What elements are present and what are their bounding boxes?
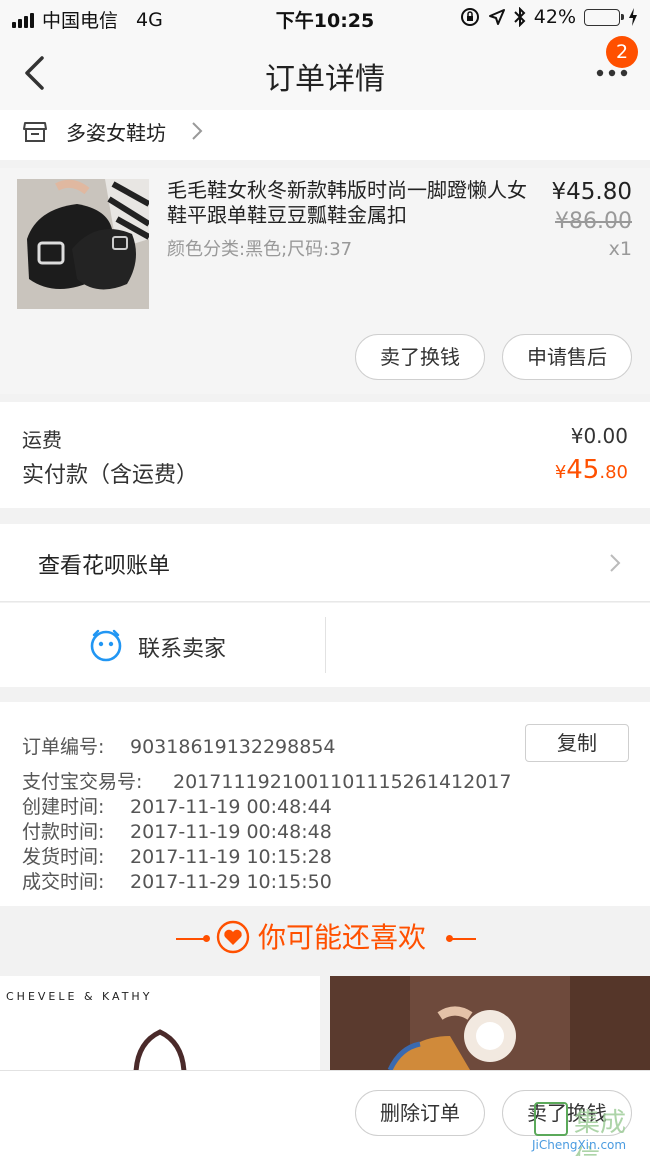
watermark-url: JiChengXin.com [532, 1138, 627, 1152]
charging-icon [629, 8, 637, 26]
brand-text: CHEVELE & KATHY [6, 990, 153, 1003]
created-time-row: 创建时间: 2017-11-19 00:48:44 [22, 796, 332, 818]
page-title: 订单详情 [265, 62, 385, 97]
paid-time-row: 付款时间: 2017-11-19 00:48:48 [22, 821, 332, 843]
sell-button[interactable]: 卖了换钱 [355, 334, 485, 380]
order-number: 90318619132298854 [130, 736, 336, 758]
shop-row[interactable]: 多姿女鞋坊 [0, 110, 650, 160]
contact-seller-button[interactable]: 联系卖家 [138, 631, 226, 663]
orientation-lock-icon [460, 8, 479, 26]
watermark-logo-icon [534, 1102, 568, 1136]
product-spec: 颜色分类:黑色;尺码:37 [167, 239, 353, 260]
battery-icon [584, 8, 624, 26]
payment-summary: 运费 ¥0.00 实付款（含运费） ¥45.80 [0, 402, 650, 508]
recommend-header: 你可能还喜欢 [0, 906, 650, 976]
store-icon [23, 122, 47, 142]
shipped-time-row: 发货时间: 2017-11-19 10:15:28 [22, 846, 332, 868]
contact-row: 联系卖家 [0, 603, 650, 687]
alipay-trade-row: 支付宝交易号: 2017111921001101115261412017 [22, 771, 512, 793]
delete-order-button[interactable]: 删除订单 [355, 1090, 485, 1136]
shipping-value: ¥0.00 [570, 424, 628, 448]
deal-time-row: 成交时间: 2017-11-29 10:15:50 [22, 871, 332, 893]
paid-integer: 45 [566, 455, 600, 485]
huabei-label[interactable]: 查看花呗账单 [38, 548, 170, 580]
copy-button[interactable]: 复制 [525, 724, 629, 762]
product-title[interactable]: 毛毛鞋女秋冬新款韩版时尚一脚蹬懒人女鞋平跟单鞋豆豆瓢鞋金属扣 [167, 178, 537, 228]
paid-label: 实付款（含运费） [22, 463, 199, 488]
paid-decimal: .80 [599, 462, 628, 483]
order-info: 订单编号: 90318619132298854 复制 支付宝交易号: 2017111… [0, 702, 650, 906]
shipping-label: 运费 [22, 428, 62, 452]
original-price: ¥86.00 [555, 209, 632, 234]
location-icon [488, 9, 505, 25]
recommend-card[interactable]: CHEVELE & KATHY [0, 976, 320, 1070]
after-sale-button[interactable]: 申请售后 [502, 334, 632, 380]
divider-dot [203, 935, 210, 942]
status-bar: 中国电信 4G 下午10:25 42% [0, 0, 650, 36]
chat-face-icon [90, 629, 122, 662]
divider [176, 938, 204, 940]
divider [325, 617, 326, 673]
heart-icon [216, 920, 250, 954]
chevron-right-icon [192, 122, 203, 140]
paid-currency: ¥ [554, 462, 567, 483]
recommend-title: 你可能还喜欢 [258, 921, 427, 954]
nav-bar: 订单详情 2 [0, 36, 650, 110]
product-photo [330, 976, 650, 1070]
alipay-trade-number: 2017111921001101115261412017 [173, 771, 512, 793]
watermark: 集成信 JiChengXin.com [532, 1096, 650, 1156]
paid-amount: ¥45.80 [555, 455, 628, 485]
product-price: ¥45.80 [551, 179, 632, 205]
divider [452, 938, 476, 940]
product-quantity: x1 [608, 238, 632, 260]
status-right: 42% [460, 6, 638, 28]
chevron-right-icon [610, 554, 621, 572]
bluetooth-icon [514, 7, 526, 27]
recommend-card[interactable] [330, 976, 650, 1070]
shop-name[interactable]: 多姿女鞋坊 [66, 117, 166, 146]
more-icon[interactable] [596, 66, 628, 80]
notification-badge: 2 [606, 36, 638, 68]
order-item[interactable]: 毛毛鞋女秋冬新款韩版时尚一脚蹬懒人女鞋平跟单鞋豆豆瓢鞋金属扣 颜色分类:黑色;尺… [0, 168, 650, 394]
order-number-row: 订单编号: 90318619132298854 [22, 736, 336, 758]
battery-percent: 42% [533, 6, 576, 28]
huabei-bill-row[interactable]: 查看花呗账单 [0, 524, 650, 602]
bag-image [133, 1029, 187, 1070]
product-thumbnail[interactable] [17, 179, 149, 309]
